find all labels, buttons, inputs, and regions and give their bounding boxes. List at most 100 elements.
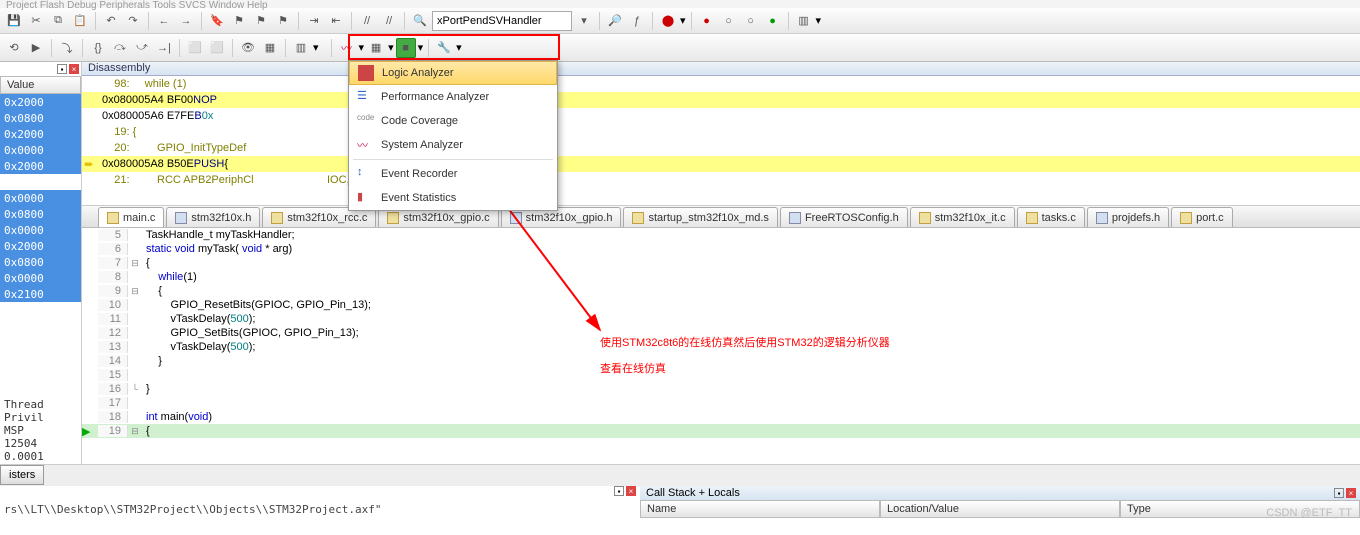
output-path: rs\\LT\\Desktop\\STM32Project\\Objects\\… <box>0 500 640 518</box>
tools-icon[interactable]: 🔧 <box>434 38 454 58</box>
logic-analyzer-icon <box>358 65 374 81</box>
column-header[interactable]: Name <box>640 500 880 518</box>
register-value: 0x0800 <box>0 206 81 222</box>
file-icon <box>510 212 522 224</box>
close-icon[interactable]: × <box>69 64 79 74</box>
fwd-icon[interactable]: → <box>176 11 196 31</box>
flag2-icon[interactable]: ⚑ <box>251 11 271 31</box>
stepout-icon[interactable]: ⤻ <box>132 38 152 58</box>
win1-icon[interactable]: ▥ <box>291 38 311 58</box>
save-icon[interactable]: 💾 <box>4 11 24 31</box>
stepover-icon[interactable]: ⤼ <box>110 38 130 58</box>
find2-icon[interactable]: 🔎 <box>605 11 625 31</box>
file-icon <box>387 212 399 224</box>
register-value: 0x2100 <box>0 286 81 302</box>
editor-tab[interactable]: stm32f10x_it.c <box>910 207 1015 227</box>
editor-tab[interactable]: main.c <box>98 207 164 227</box>
menu-event-recorder[interactable]: ↕ Event Recorder <box>349 162 557 186</box>
close-icon[interactable]: × <box>626 486 636 496</box>
register-value: 0x0800 <box>0 110 81 126</box>
menu-performance-analyzer[interactable]: ☰ Performance Analyzer <box>349 85 557 109</box>
file-icon <box>789 212 801 224</box>
registers-tab[interactable]: isters <box>0 465 44 485</box>
cut-icon[interactable]: ✂ <box>26 11 46 31</box>
debug-icon[interactable]: ⬤ <box>658 11 678 31</box>
rec-red-icon[interactable]: ● <box>697 11 717 31</box>
menu-label: System Analyzer <box>381 139 463 151</box>
menu-bar: Project Flash Debug Peripherals Tools SV… <box>0 0 1360 8</box>
flag-icon[interactable]: ⚑ <box>229 11 249 31</box>
trace-icon[interactable]: ▦ <box>366 38 386 58</box>
pin-icon[interactable]: ▪ <box>1334 488 1344 498</box>
undo-icon[interactable]: ↶ <box>101 11 121 31</box>
editor-tab[interactable]: tasks.c <box>1017 207 1085 227</box>
dis-src: 98: while (1) <box>102 78 186 90</box>
menu-label: Logic Analyzer <box>382 67 454 79</box>
menu-logic-analyzer[interactable]: Logic Analyzer <box>349 61 557 85</box>
editor-tabs: main.cstm32f10x.hstm32f10x_rcc.cstm32f10… <box>82 206 1360 228</box>
file-icon <box>1026 212 1038 224</box>
pin-icon[interactable]: ▪ <box>57 64 67 74</box>
run-icon[interactable]: ▶ <box>26 38 46 58</box>
back-icon[interactable]: ← <box>154 11 174 31</box>
paste-icon[interactable]: 📋 <box>70 11 90 31</box>
column-header[interactable]: Location/Value <box>880 500 1120 518</box>
sys-icon: 〰 <box>357 137 373 153</box>
editor-tab[interactable]: startup_stm32f10x_md.s <box>623 207 777 227</box>
register-value: 0x0000 <box>0 142 81 158</box>
editor-tab[interactable]: stm32f10x.h <box>166 207 260 227</box>
file-icon <box>175 212 187 224</box>
watch-icon[interactable]: 👁 <box>238 38 258 58</box>
editor-tab[interactable]: FreeRTOSConfig.h <box>780 207 908 227</box>
callstack-panel: Call Stack + Locals ▪ × NameLocation/Val… <box>640 486 1360 526</box>
register-value: 0x2000 <box>0 238 81 254</box>
rec-o2-icon[interactable]: ○ <box>741 11 761 31</box>
copy-icon[interactable]: ⧉ <box>48 11 68 31</box>
symbol-combo[interactable] <box>432 11 572 31</box>
register-value: 0x2000 <box>0 126 81 142</box>
value-header: Value <box>0 76 81 94</box>
flag3-icon[interactable]: ⚑ <box>273 11 293 31</box>
menu-event-statistics[interactable]: ▮ Event Statistics <box>349 186 557 210</box>
comment-icon[interactable]: // <box>357 11 377 31</box>
menu-label: Event Statistics <box>381 192 456 204</box>
reset-icon[interactable]: ⟲ <box>4 38 24 58</box>
rec-g-icon[interactable]: ● <box>763 11 783 31</box>
mem-icon[interactable]: ▦ <box>260 38 280 58</box>
editor-tab[interactable]: projdefs.h <box>1087 207 1169 227</box>
step-icon[interactable]: ⤵ <box>57 38 77 58</box>
window-icon[interactable]: ▥ <box>794 11 814 31</box>
menu-system-analyzer[interactable]: 〰 System Analyzer <box>349 133 557 157</box>
cpu-status: ThreadPrivilMSP125040.0001 <box>0 397 81 464</box>
runto-icon[interactable]: →| <box>154 38 174 58</box>
pin-icon[interactable]: ▪ <box>614 486 624 496</box>
editor-tab[interactable]: port.c <box>1171 207 1233 227</box>
find-icon[interactable]: 🔍 <box>410 11 430 31</box>
menu-label: Event Recorder <box>381 168 457 180</box>
chevron-down-icon[interactable]: ▾ <box>574 11 594 31</box>
uncomment-icon[interactable]: // <box>379 11 399 31</box>
register-value: 0x2000 <box>0 94 81 110</box>
register-value: 0x0000 <box>0 222 81 238</box>
analyzer-dropdown-icon[interactable]: 〰 <box>337 38 357 58</box>
redo-icon[interactable]: ↷ <box>123 11 143 31</box>
file-icon <box>1096 212 1108 224</box>
file-icon <box>271 212 283 224</box>
rec-o-icon[interactable]: ○ <box>719 11 739 31</box>
coverage-icon[interactable]: ■ <box>396 38 416 58</box>
registers-pane: ▪ × Value 0x20000x08000x20000x00000x2000… <box>0 62 82 464</box>
perf-icon: ☰ <box>357 89 373 105</box>
menu-code-coverage[interactable]: code Code Coverage <box>349 109 557 133</box>
code-editor[interactable]: 5TaskHandle_t myTaskHandler;6static void… <box>82 228 1360 464</box>
close-icon[interactable]: × <box>1346 488 1356 498</box>
register-value: 0x0000 <box>0 270 81 286</box>
outdent-icon[interactable]: ⇤ <box>326 11 346 31</box>
bookmark-icon[interactable]: 🔖 <box>207 11 227 31</box>
indent-icon[interactable]: ⇥ <box>304 11 324 31</box>
register-value <box>0 174 81 190</box>
stop2-icon[interactable]: ⬜ <box>207 38 227 58</box>
disassembly-title: Disassembly <box>82 62 1360 76</box>
stop-icon[interactable]: ⬜ <box>185 38 205 58</box>
stepin-icon[interactable]: {} <box>88 38 108 58</box>
func-icon[interactable]: ƒ <box>627 11 647 31</box>
